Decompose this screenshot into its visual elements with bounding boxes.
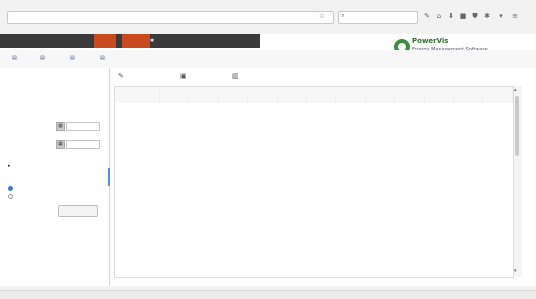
table-column-header-row: [115, 95, 513, 103]
addon-icon[interactable]: ✱: [483, 12, 491, 20]
search-text: [350, 12, 410, 21]
column-header[interactable]: [453, 95, 484, 103]
radio-unselected[interactable]: [8, 194, 13, 199]
table-group-header-row: [115, 87, 513, 103]
search-icon: ⌕: [341, 12, 345, 19]
scrollbar-thumb[interactable]: [515, 96, 519, 156]
column-header[interactable]: [424, 95, 455, 103]
logo-name: PowerVis: [412, 37, 449, 45]
sub-tab-1[interactable]: ▤: [12, 54, 17, 63]
sub-tab-2-icon: ▤: [40, 55, 45, 61]
radio-selected[interactable]: [8, 186, 13, 191]
pager[interactable]: [370, 278, 530, 286]
pencil-icon[interactable]: ✎: [423, 12, 431, 20]
download-icon[interactable]: ⬇: [447, 12, 455, 20]
column-header[interactable]: [247, 95, 278, 103]
calendar-from-icon[interactable]: ▦: [56, 122, 65, 131]
star-icon[interactable]: ☆: [318, 12, 326, 20]
param-item[interactable]: ▸: [8, 163, 11, 170]
scroll-up-icon[interactable]: ▴: [514, 87, 517, 93]
adjust-width-button[interactable]: ✎: [118, 71, 128, 81]
menu-gear-icon[interactable]: ✱: [150, 34, 154, 48]
sub-tab-1-icon: ▤: [12, 55, 17, 61]
sub-tab-4[interactable]: ▤: [100, 54, 105, 63]
date-from-input[interactable]: [66, 122, 100, 131]
dropdown-icon[interactable]: ▾: [497, 12, 505, 20]
column-header[interactable]: [277, 95, 308, 103]
bookmark-icon[interactable]: ■: [459, 12, 467, 20]
column-header[interactable]: [218, 95, 249, 103]
menu-icon[interactable]: ≡: [511, 12, 519, 20]
column-header[interactable]: [482, 95, 513, 103]
column-header[interactable]: [159, 95, 190, 103]
calendar-to-icon[interactable]: ▦: [56, 140, 65, 149]
column-header[interactable]: [306, 95, 337, 103]
ruler-icon: ✎: [118, 72, 124, 80]
export-icon: ▣: [180, 72, 187, 80]
home-icon[interactable]: ⌂: [435, 12, 443, 20]
sub-tab-3-icon: ▤: [70, 55, 75, 61]
create-button[interactable]: [58, 205, 98, 217]
show-button[interactable]: ▥: [232, 71, 243, 81]
export-button[interactable]: ▣: [180, 71, 191, 81]
column-header[interactable]: [394, 95, 425, 103]
filter-panel: [0, 68, 110, 286]
data-table: [114, 86, 514, 278]
chart-icon: ▥: [232, 72, 239, 80]
sub-tab-2[interactable]: ▤: [40, 54, 45, 63]
sub-tab-4-icon: ▤: [100, 55, 105, 61]
sub-tab-3[interactable]: ▤: [70, 54, 75, 63]
menu-item-alarms[interactable]: [122, 34, 150, 48]
time-column-header[interactable]: [115, 87, 160, 103]
menu-item-active[interactable]: [94, 34, 116, 48]
column-header[interactable]: [365, 95, 396, 103]
table-group-header: [159, 87, 513, 95]
scroll-down-icon[interactable]: ▾: [514, 268, 517, 274]
column-header[interactable]: [335, 95, 366, 103]
address-text: [10, 12, 250, 21]
sub-toolbar: [0, 50, 536, 69]
date-to-input[interactable]: [66, 140, 100, 149]
column-header[interactable]: [188, 95, 219, 103]
shield-icon[interactable]: ⛊: [471, 12, 479, 20]
